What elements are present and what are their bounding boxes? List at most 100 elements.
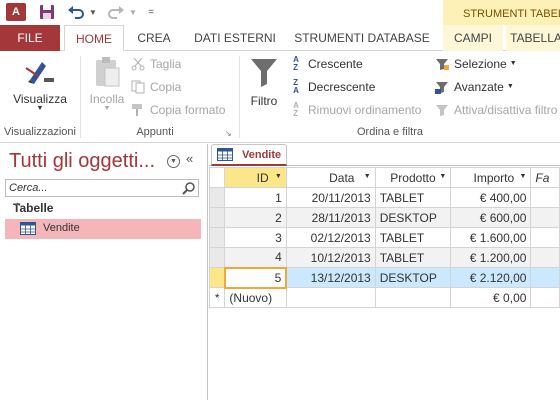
taglia-button[interactable]: Taglia [130, 54, 181, 74]
cell-prodotto[interactable]: DESKTOP [374, 267, 452, 288]
cell-id[interactable]: 1 [224, 187, 287, 208]
tab-crea[interactable]: CREA [126, 25, 182, 51]
nav-search-input[interactable] [6, 180, 176, 196]
cell-prodotto[interactable]: TABLET [374, 227, 452, 248]
ribbon-separator [239, 56, 240, 138]
column-header-data[interactable]: Data ▼ [285, 167, 376, 188]
column-dropdown-icon[interactable]: ▼ [439, 173, 446, 180]
cell-data[interactable]: 20/11/2013 [285, 187, 376, 208]
redo-icon[interactable] [106, 3, 126, 21]
incolla-button[interactable]: Incolla ▼ [86, 54, 128, 112]
table-row[interactable]: 3 02/12/2013 TABLET € 1.600,00 [209, 227, 560, 248]
customize-quick-access-icon[interactable]: = [145, 3, 157, 21]
redo-dropdown-icon[interactable]: ▼ [128, 3, 138, 21]
cell-importo[interactable]: € 1.600,00 [450, 227, 532, 248]
column-header-label: Prodotto [390, 170, 436, 185]
cell-id[interactable]: 2 [224, 207, 287, 228]
cell-prodotto[interactable]: TABLET [374, 247, 452, 268]
tab-dati-esterni[interactable]: DATI ESTERNI [184, 25, 286, 51]
row-selector[interactable] [209, 187, 226, 208]
access-logo-icon[interactable]: A [6, 3, 26, 21]
cell-data[interactable]: 28/11/2013 [285, 207, 376, 228]
cell-importo[interactable]: € 1.200,00 [450, 247, 532, 268]
filtro-button[interactable]: Filtro [244, 54, 284, 112]
nav-group-tabelle[interactable]: Tabelle ⌃ [5, 200, 199, 218]
column-header-prodotto[interactable]: Prodotto ▼ [374, 167, 452, 188]
copia-button[interactable]: Copia [130, 77, 181, 97]
cell-data[interactable]: 02/12/2013 [285, 227, 376, 248]
tab-campi[interactable]: CAMPI [443, 25, 503, 51]
column-dropdown-icon[interactable]: ▼ [364, 173, 371, 180]
tab-file[interactable]: FILE [0, 25, 60, 51]
table-row[interactable]: 2 28/11/2013 DESKTOP € 600,00 [209, 207, 560, 228]
table-row-current[interactable]: 5 13/12/2013 DESKTOP € 2.120,00 [209, 266, 560, 289]
cell-empty[interactable] [530, 247, 560, 268]
cell-importo[interactable]: € 600,00 [450, 207, 532, 228]
cell-empty[interactable] [530, 267, 560, 288]
tab-strumenti-database[interactable]: STRUMENTI DATABASE [288, 25, 436, 51]
undo-icon[interactable] [66, 3, 86, 21]
cell-importo[interactable]: € 2.120,00 [450, 267, 532, 288]
decrescente-button[interactable]: ZA Decrescente [288, 77, 375, 97]
undo-dropdown-icon[interactable]: ▼ [88, 3, 98, 21]
selezione-label: Selezione [454, 57, 507, 71]
select-all-corner[interactable] [209, 167, 226, 188]
rimuovi-ordinamento-button[interactable]: AZ Rimuovi ordinamento [288, 100, 421, 120]
document-tab-vendite[interactable]: Vendite [211, 144, 287, 166]
attiva-filtro-button[interactable]: Attiva/disattiva filtro [434, 100, 557, 120]
row-selector[interactable] [209, 207, 226, 228]
column-header-label: Importo [473, 170, 515, 185]
cell-empty[interactable] [530, 207, 560, 228]
column-header-id[interactable]: ID ▼ [224, 167, 287, 188]
nav-search-box [5, 179, 199, 197]
collapse-group-chevron-icon[interactable]: ⌃ [13, 201, 191, 214]
cell-empty[interactable] [285, 287, 376, 308]
dialog-launcher-icon[interactable]: ↘ [225, 129, 232, 138]
column-header-importo[interactable]: Importo ▼ [450, 167, 532, 188]
new-record-marker[interactable]: * [209, 287, 226, 308]
visualizza-button[interactable]: Visualizza ▼ [10, 54, 70, 112]
table-row[interactable]: 1 20/11/2013 TABLET € 400,00 [209, 187, 560, 208]
tab-tabella[interactable]: TABELLA [506, 25, 560, 51]
avanzate-label: Avanzate [454, 80, 504, 94]
cell-data[interactable]: 13/12/2013 [285, 267, 376, 288]
row-selector-current[interactable] [209, 267, 226, 288]
column-dropdown-icon[interactable]: ▼ [275, 173, 282, 180]
selezione-button[interactable]: Selezione ▼ [434, 54, 517, 74]
row-selector[interactable] [209, 227, 226, 248]
nav-pane-title[interactable]: Tutti gli oggetti... [9, 150, 155, 173]
copia-formato-button[interactable]: Copia formato [130, 100, 225, 120]
avanzate-button[interactable]: Avanzate ▼ [434, 77, 514, 97]
nav-menu-chevron-icon[interactable]: ▼ [167, 155, 180, 168]
funnel-icon [249, 56, 279, 88]
document-tabs: Vendite [209, 144, 560, 166]
cell-empty[interactable] [530, 187, 560, 208]
column-dropdown-icon[interactable]: ▼ [519, 173, 526, 180]
cell-empty[interactable] [374, 287, 452, 308]
scissors-icon [130, 56, 146, 72]
cell-importo[interactable]: € 400,00 [450, 187, 532, 208]
cell-empty[interactable] [530, 287, 560, 308]
cell-prodotto[interactable]: TABLET [374, 187, 452, 208]
save-icon[interactable] [38, 3, 56, 21]
cell-id[interactable]: 5 [223, 266, 288, 289]
cell-id[interactable]: 4 [224, 247, 287, 268]
cell-prodotto[interactable]: DESKTOP [374, 207, 452, 228]
cell-empty[interactable] [530, 227, 560, 248]
row-selector[interactable] [209, 247, 226, 268]
search-icon[interactable] [182, 181, 196, 198]
tab-home[interactable]: HOME [64, 25, 124, 52]
table-row[interactable]: 4 10/12/2013 TABLET € 1.200,00 [209, 247, 560, 268]
cell-new-importo[interactable]: € 0,00 [450, 287, 532, 308]
visualizza-dropdown-icon: ▼ [36, 105, 44, 112]
cell-data[interactable]: 10/12/2013 [285, 247, 376, 268]
new-record-row[interactable]: * (Nuovo) € 0,00 [209, 287, 560, 308]
cell-id[interactable]: 3 [224, 227, 287, 248]
column-header-add[interactable]: Fa [530, 167, 560, 188]
paste-icon [93, 56, 121, 88]
nav-item-vendite[interactable]: Vendite [5, 219, 201, 239]
collapse-pane-icon[interactable]: « [186, 151, 193, 166]
datasheet: ID ▼ Data ▼ Prodotto ▼ Importo ▼ Fa 1 20/11/… [209, 167, 560, 400]
crescente-button[interactable]: AZ Crescente [288, 54, 363, 74]
cell-new-id[interactable]: (Nuovo) [224, 287, 287, 308]
